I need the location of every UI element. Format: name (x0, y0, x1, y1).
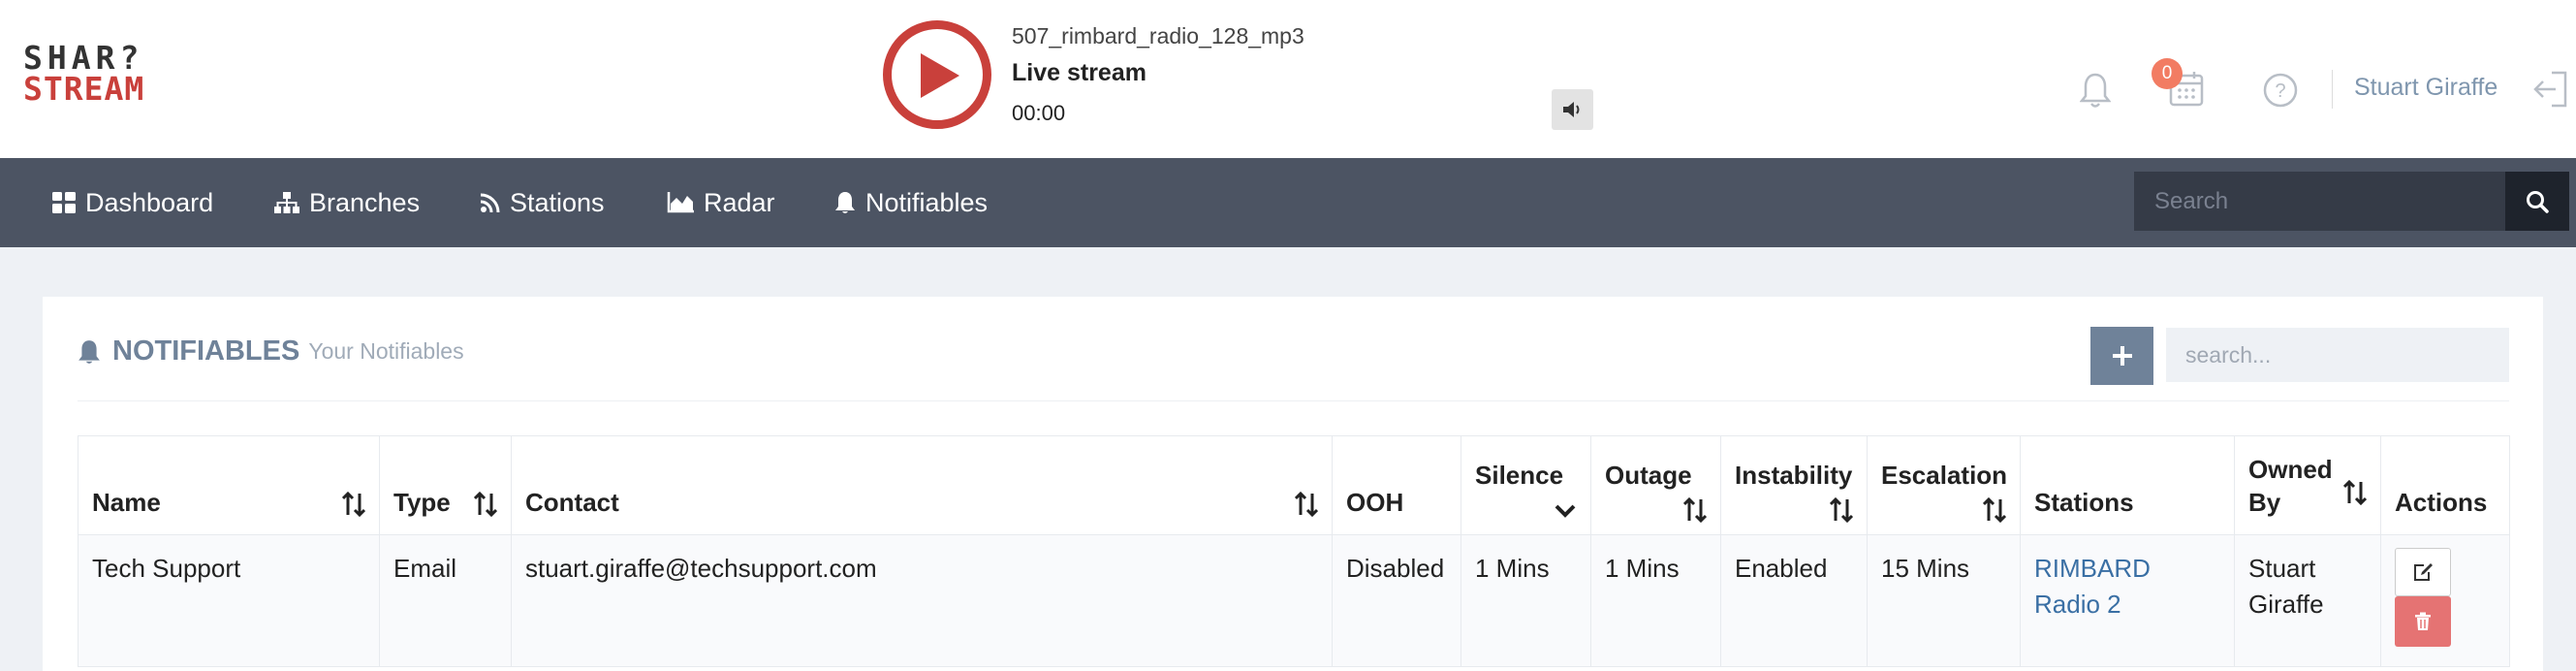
cell-type: Email (379, 534, 512, 667)
panel-title: NOTIFIABLES Your Notifiables (78, 336, 464, 367)
stream-label: Live stream (1012, 59, 1147, 86)
notifiables-panel: NOTIFIABLES Your Notifiables Name Type C… (43, 297, 2543, 671)
nav-label: Radar (704, 188, 775, 217)
sitemap-icon (274, 192, 299, 213)
delete-button[interactable] (2395, 596, 2451, 647)
nav-label: Notifiables (865, 188, 989, 217)
track-name: 507_rimbard_radio_128_mp3 (1012, 23, 1304, 48)
divider (78, 400, 2509, 401)
station-link[interactable]: RIMBARD Radio 2 (2034, 554, 2151, 619)
cell-instability: Enabled (1720, 534, 1868, 667)
nav-label: Branches (309, 188, 421, 217)
playback-time: 00:00 (1012, 101, 1066, 125)
page-title: NOTIFIABLES (112, 336, 300, 367)
chevron-down-icon (1555, 504, 1576, 518)
play-button[interactable] (883, 20, 991, 129)
sort-icon (1830, 497, 1853, 523)
play-icon (921, 53, 959, 98)
top-header: SHAR? STREAM 507_rimbard_radio_128_mp3 L… (0, 0, 2576, 158)
nav-search-input[interactable] (2134, 172, 2505, 231)
search-icon (2527, 190, 2549, 213)
column-header-ooh[interactable]: OOH (1332, 435, 1461, 535)
trash-icon (2415, 612, 2431, 630)
volume-icon (1562, 101, 1579, 117)
notifiables-table: Name Type Contact OOH Silence Outage Ins… (78, 435, 2510, 667)
column-header-outage[interactable]: Outage (1590, 435, 1721, 535)
page-subtitle: Your Notifiables (308, 338, 464, 364)
svg-text:?: ? (2275, 80, 2285, 102)
sort-icon (2343, 480, 2367, 505)
column-header-type[interactable]: Type (379, 435, 512, 535)
table-search-input[interactable] (2166, 328, 2509, 382)
area-chart-icon (667, 192, 694, 213)
cell-stations: RIMBARD Radio 2 (2020, 534, 2235, 667)
logout-icon[interactable] (2532, 70, 2569, 109)
help-icon[interactable]: ? (2262, 72, 2299, 109)
cell-silence: 1 Mins (1461, 534, 1591, 667)
sort-icon (342, 492, 365, 517)
main-nav: Dashboard Branches Stations Radar Notifi… (0, 158, 2576, 247)
nav-label: Dashboard (85, 188, 214, 217)
column-header-instability[interactable]: Instability (1720, 435, 1868, 535)
column-header-actions: Actions (2380, 435, 2510, 535)
column-header-escalation[interactable]: Escalation (1867, 435, 2021, 535)
sort-icon (1295, 492, 1318, 517)
sort-icon (474, 492, 497, 517)
user-name-link[interactable]: Stuart Giraffe (2354, 74, 2497, 102)
sort-icon (1983, 497, 2006, 523)
nav-item-notifiables[interactable]: Notifiables (834, 158, 988, 247)
volume-button[interactable] (1552, 89, 1593, 130)
cell-actions (2380, 534, 2510, 667)
table-row: Tech Support Email stuart.giraffe@techsu… (78, 534, 2510, 667)
header-divider (2332, 70, 2333, 109)
nav-label: Stations (510, 188, 605, 217)
table-header-row: Name Type Contact OOH Silence Outage Ins… (78, 435, 2510, 535)
nav-item-branches[interactable]: Branches (274, 158, 420, 247)
edit-button[interactable] (2395, 548, 2451, 596)
bell-icon (835, 192, 855, 213)
cell-escalation: 15 Mins (1867, 534, 2021, 667)
nav-item-radar[interactable]: Radar (667, 158, 775, 247)
column-header-stations: Stations (2020, 435, 2235, 535)
bell-icon (79, 339, 100, 364)
edit-icon (2414, 563, 2433, 581)
dashboard-icon (52, 192, 76, 213)
sharpstream-logo[interactable]: SHAR? STREAM (23, 42, 145, 108)
column-header-name[interactable]: Name (78, 435, 380, 535)
sort-icon (1683, 497, 1707, 523)
notification-badge: 0 (2152, 58, 2183, 89)
add-notifiable-button[interactable] (2090, 327, 2153, 385)
plus-icon (2112, 346, 2132, 366)
cell-ooh: Disabled (1332, 534, 1461, 667)
cell-name: Tech Support (78, 534, 380, 667)
column-header-silence[interactable]: Silence (1461, 435, 1591, 535)
column-header-contact[interactable]: Contact (511, 435, 1333, 535)
nav-item-dashboard[interactable]: Dashboard (52, 158, 213, 247)
nav-item-stations[interactable]: Stations (481, 158, 605, 247)
nav-search-button[interactable] (2505, 172, 2569, 231)
rss-icon (481, 193, 500, 212)
cell-contact: stuart.giraffe@techsupport.com (511, 534, 1333, 667)
cell-owned-by: Stuart Giraffe (2234, 534, 2381, 667)
logo-line2: STREAM (23, 70, 145, 108)
column-header-owned-by[interactable]: Owned By (2234, 435, 2381, 535)
cell-outage: 1 Mins (1590, 534, 1721, 667)
bell-icon[interactable] (2080, 72, 2111, 109)
